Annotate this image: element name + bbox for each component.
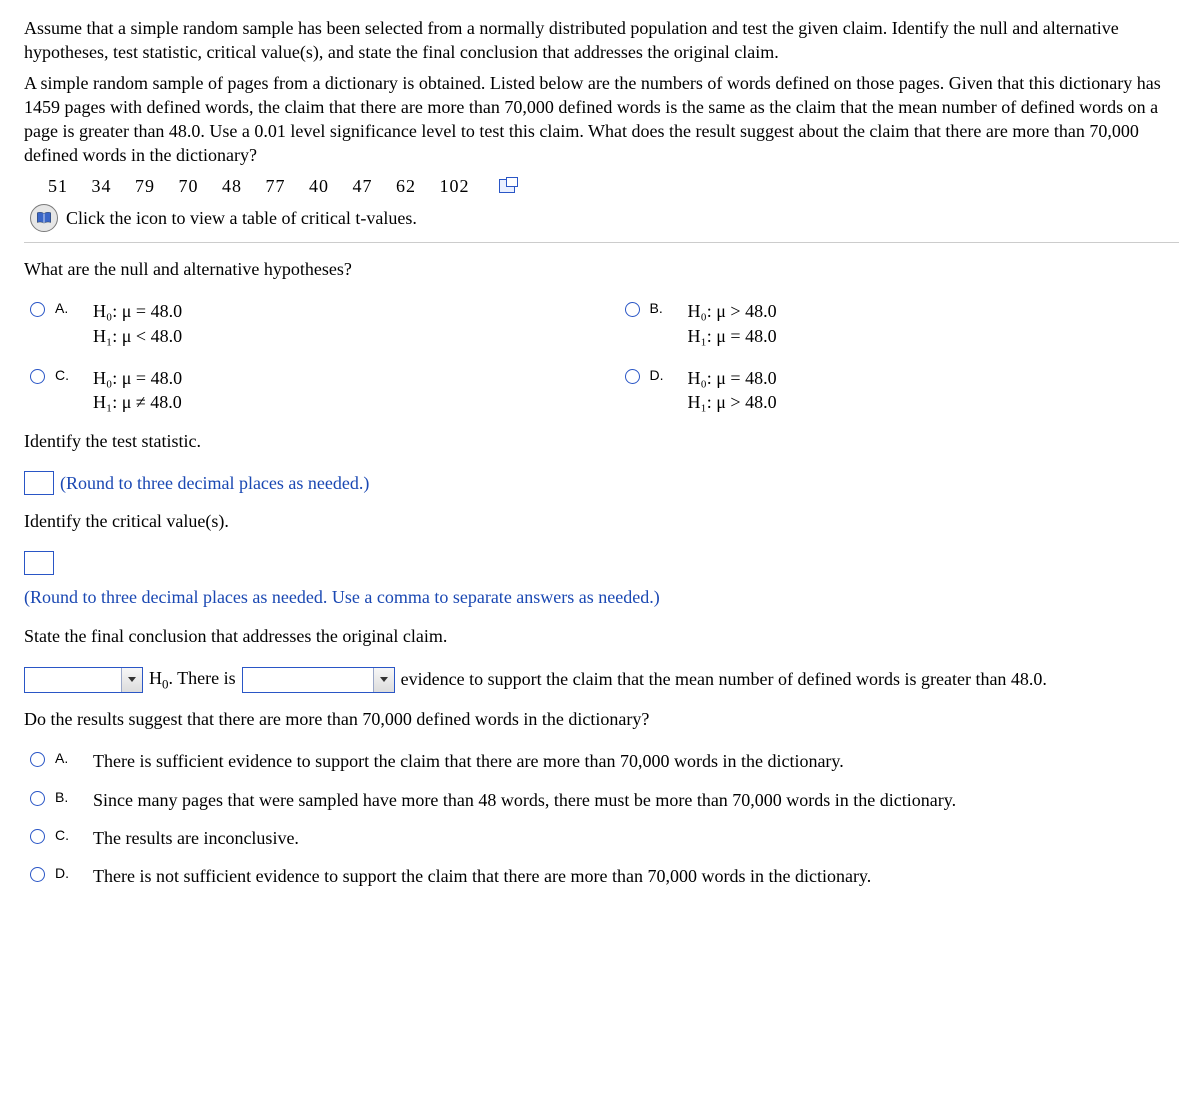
radio-icon[interactable]	[30, 829, 45, 844]
chevron-down-icon	[373, 668, 394, 692]
option-text: H₀: μ = 48.0 H₁: μ < 48.0	[93, 299, 182, 348]
option-label: D.	[650, 366, 672, 385]
option-label: C.	[55, 826, 77, 845]
conclusion-text-h0: H0. There is	[149, 666, 236, 693]
q5-prompt: Do the results suggest that there are mo…	[24, 707, 1179, 731]
conclusion-verb-select[interactable]	[24, 667, 143, 693]
option-text: There is not sufficient evidence to supp…	[93, 864, 1179, 888]
option-label: A.	[55, 299, 77, 318]
option-text: There is sufficient evidence to support …	[93, 749, 1179, 773]
q5-option-b[interactable]: B. Since many pages that were sampled ha…	[30, 788, 1179, 812]
q1-option-a[interactable]: A. H₀: μ = 48.0 H₁: μ < 48.0	[30, 299, 585, 348]
option-label: B.	[650, 299, 672, 318]
conclusion-text-tail: evidence to support the claim that the m…	[401, 667, 1047, 691]
data-table-popup-icon[interactable]	[499, 179, 515, 193]
option-text: H₀: μ > 48.0 H₁: μ = 48.0	[688, 299, 777, 348]
sample-data-values: 51 34 79 70 48 77 40 47 62 102	[48, 176, 470, 196]
option-text: The results are inconclusive.	[93, 826, 1179, 850]
radio-icon[interactable]	[625, 369, 640, 384]
test-statistic-input[interactable]	[24, 471, 54, 495]
q2-prompt: Identify the test statistic.	[24, 429, 1179, 453]
option-label: B.	[55, 788, 77, 807]
radio-icon[interactable]	[30, 867, 45, 882]
radio-icon[interactable]	[625, 302, 640, 317]
q2-hint: (Round to three decimal places as needed…	[60, 471, 369, 495]
chevron-down-icon	[121, 668, 142, 692]
instructions-para-2: A simple random sample of pages from a d…	[24, 71, 1179, 168]
option-text: Since many pages that were sampled have …	[93, 788, 1179, 812]
critical-values-link[interactable]: Click the icon to view a table of critic…	[66, 206, 417, 230]
option-label: D.	[55, 864, 77, 883]
radio-icon[interactable]	[30, 791, 45, 806]
conclusion-evidence-select[interactable]	[242, 667, 395, 693]
instructions-para-1: Assume that a simple random sample has b…	[24, 16, 1179, 65]
q3-hint: (Round to three decimal places as needed…	[24, 585, 1179, 609]
q1-option-c[interactable]: C. H₀: μ = 48.0 H₁: μ ≠ 48.0	[30, 366, 585, 415]
q5-option-a[interactable]: A. There is sufficient evidence to suppo…	[30, 749, 1179, 773]
q3-prompt: Identify the critical value(s).	[24, 509, 1179, 533]
radio-icon[interactable]	[30, 369, 45, 384]
q1-option-b[interactable]: B. H₀: μ > 48.0 H₁: μ = 48.0	[625, 299, 1180, 348]
radio-icon[interactable]	[30, 752, 45, 767]
option-text: H₀: μ = 48.0 H₁: μ ≠ 48.0	[93, 366, 182, 415]
divider	[24, 242, 1179, 243]
option-label: A.	[55, 749, 77, 768]
q5-option-c[interactable]: C. The results are inconclusive.	[30, 826, 1179, 850]
critical-value-input[interactable]	[24, 551, 54, 575]
book-icon[interactable]	[30, 204, 58, 232]
radio-icon[interactable]	[30, 302, 45, 317]
q4-prompt: State the final conclusion that addresse…	[24, 624, 1179, 648]
q5-option-d[interactable]: D. There is not sufficient evidence to s…	[30, 864, 1179, 888]
q1-prompt: What are the null and alternative hypoth…	[24, 257, 1179, 281]
option-text: H₀: μ = 48.0 H₁: μ > 48.0	[688, 366, 777, 415]
option-label: C.	[55, 366, 77, 385]
q1-option-d[interactable]: D. H₀: μ = 48.0 H₁: μ > 48.0	[625, 366, 1180, 415]
